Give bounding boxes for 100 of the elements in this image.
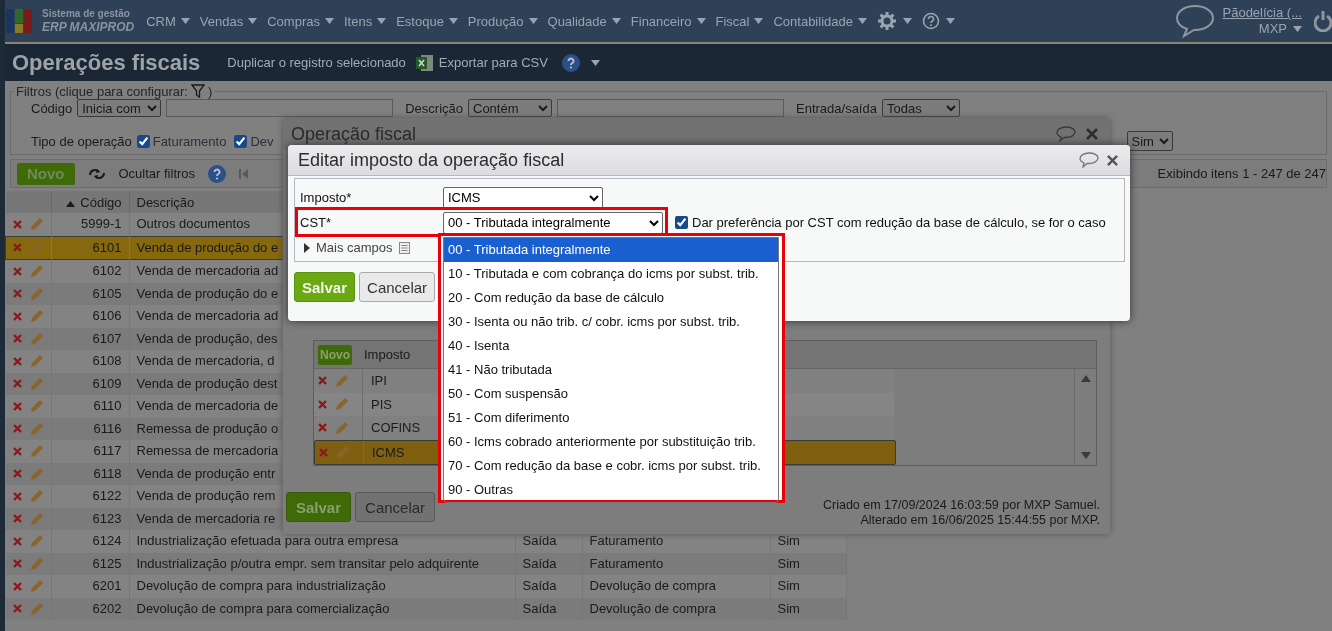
delete-icon[interactable] — [12, 446, 22, 456]
caret-icon[interactable] — [590, 59, 600, 66]
delete-icon[interactable] — [13, 243, 22, 253]
yes-no-select[interactable]: Sim — [1126, 131, 1173, 151]
scroll-up-icon[interactable] — [1080, 375, 1091, 382]
menu-item[interactable]: Vendas — [199, 13, 244, 29]
pencil-icon[interactable] — [333, 372, 349, 389]
filter-legend[interactable]: Filtros (clique para configurar: — [16, 83, 188, 99]
caret-icon[interactable] — [324, 18, 334, 24]
caret-icon[interactable] — [754, 18, 764, 24]
delete-icon[interactable] — [12, 266, 22, 276]
menu-item[interactable]: Contabilidade — [773, 13, 853, 29]
menu-item[interactable]: Fiscal — [715, 13, 750, 29]
caret-icon[interactable] — [945, 18, 955, 24]
caret-icon[interactable] — [528, 18, 538, 24]
first-page-icon[interactable] — [239, 167, 250, 180]
refresh-icon[interactable] — [87, 166, 106, 181]
description-input[interactable] — [557, 99, 784, 117]
type-checkbox[interactable] — [234, 134, 248, 148]
type-checkbox[interactable] — [136, 134, 150, 148]
preference-checkbox[interactable] — [675, 216, 688, 229]
menu-item[interactable]: Financeiro — [630, 13, 692, 29]
expand-icon[interactable] — [304, 242, 310, 253]
menu-item[interactable]: Estoque — [396, 13, 444, 29]
checkbox-label[interactable]: Dev — [250, 133, 274, 149]
delete-icon[interactable] — [319, 447, 328, 457]
table-cell: Devolução de compra para comercialização — [129, 597, 515, 620]
power-icon[interactable] — [1314, 10, 1332, 32]
delete-icon[interactable] — [12, 559, 22, 569]
caret-icon[interactable] — [248, 18, 258, 24]
cancel-button[interactable]: Cancelar — [359, 272, 436, 302]
spreadsheet-icon[interactable] — [415, 53, 434, 72]
delete-icon[interactable] — [12, 491, 22, 501]
help-icon[interactable] — [561, 53, 580, 72]
table-cell: 6110 — [51, 395, 129, 418]
more-fields-link[interactable]: Mais campos — [316, 240, 393, 255]
menu-item[interactable]: Qualidade — [547, 13, 607, 29]
checkbox-label[interactable]: Dar preferência por CST com redução da base de cálculo, se for o caso — [692, 215, 1106, 230]
chat-icon[interactable] — [1079, 152, 1099, 168]
caret-icon[interactable] — [902, 18, 912, 24]
caret-icon[interactable] — [377, 18, 387, 24]
delete-icon[interactable] — [318, 399, 327, 409]
help-icon[interactable] — [208, 164, 227, 183]
delete-icon[interactable] — [12, 401, 22, 411]
delete-icon[interactable] — [12, 289, 22, 299]
help-icon[interactable] — [921, 12, 940, 30]
save-button[interactable]: Salvar — [294, 272, 356, 302]
menu-item[interactable]: CRM — [146, 13, 176, 29]
delete-icon[interactable] — [12, 514, 22, 524]
filter-icon[interactable] — [190, 84, 205, 98]
chat-icon[interactable] — [1174, 4, 1215, 38]
menu-item[interactable]: Compras — [267, 13, 320, 29]
menu-item[interactable]: Produção — [467, 13, 524, 29]
checkbox-label[interactable]: Faturamento — [152, 133, 227, 149]
delete-icon[interactable] — [12, 311, 22, 321]
account-link[interactable]: Pãodelícia (... — [1222, 5, 1302, 21]
sort-ascending-icon[interactable] — [65, 200, 75, 207]
column-header[interactable]: Imposto — [364, 347, 411, 362]
caret-icon[interactable] — [448, 18, 458, 24]
code-mode-select[interactable]: Inicia com — [77, 99, 162, 117]
delete-icon[interactable] — [318, 423, 327, 433]
caret-icon[interactable] — [857, 18, 867, 24]
caret-icon[interactable] — [180, 18, 190, 24]
export-csv-link[interactable]: Exportar para CSV — [438, 55, 548, 70]
caret-icon[interactable] — [1293, 26, 1302, 32]
caret-icon[interactable] — [611, 18, 621, 24]
delete-icon[interactable] — [318, 376, 327, 386]
delete-icon[interactable] — [12, 424, 22, 434]
cancel-button[interactable]: Cancelar — [355, 492, 436, 522]
delete-icon[interactable] — [12, 536, 22, 546]
settings-icon[interactable] — [876, 11, 897, 31]
scroll-down-icon[interactable] — [1080, 452, 1091, 459]
pencil-icon[interactable] — [333, 396, 349, 413]
delete-icon[interactable] — [12, 604, 22, 614]
save-button[interactable]: Salvar — [286, 492, 352, 522]
delete-icon[interactable] — [12, 581, 22, 591]
delete-icon[interactable] — [12, 219, 22, 229]
close-icon[interactable] — [1086, 128, 1098, 140]
delete-icon[interactable] — [12, 379, 22, 389]
pencil-icon[interactable] — [333, 419, 349, 436]
dropdown-option[interactable]: 00 - Tributada integralmente — [444, 238, 778, 262]
code-input[interactable] — [166, 99, 394, 117]
new-button[interactable]: Novo — [318, 344, 352, 365]
chat-icon[interactable] — [1056, 126, 1076, 142]
menu-item[interactable]: Itens — [343, 13, 373, 29]
description-mode-select[interactable]: Contém — [468, 99, 552, 117]
delete-icon[interactable] — [12, 334, 22, 344]
delete-icon[interactable] — [12, 469, 22, 479]
caret-icon[interactable] — [696, 18, 706, 24]
direction-select[interactable]: Todas — [881, 99, 960, 117]
delete-icon[interactable] — [12, 356, 22, 366]
company-name[interactable]: MXP — [1258, 21, 1287, 37]
close-icon[interactable] — [1107, 154, 1118, 166]
hide-filters-button[interactable]: Ocultar filtros — [118, 166, 196, 181]
document-icon[interactable] — [398, 241, 410, 254]
duplicate-link[interactable]: Duplicar o registro selecionado — [227, 55, 406, 70]
tax-select[interactable]: ICMS — [443, 186, 603, 209]
column-header[interactable]: Código — [51, 191, 129, 213]
cst-select[interactable]: 00 - Tributada integralmente — [443, 211, 663, 234]
changed-info: Alterado em 16/06/2025 15:44:55 por MXP. — [860, 513, 1100, 528]
